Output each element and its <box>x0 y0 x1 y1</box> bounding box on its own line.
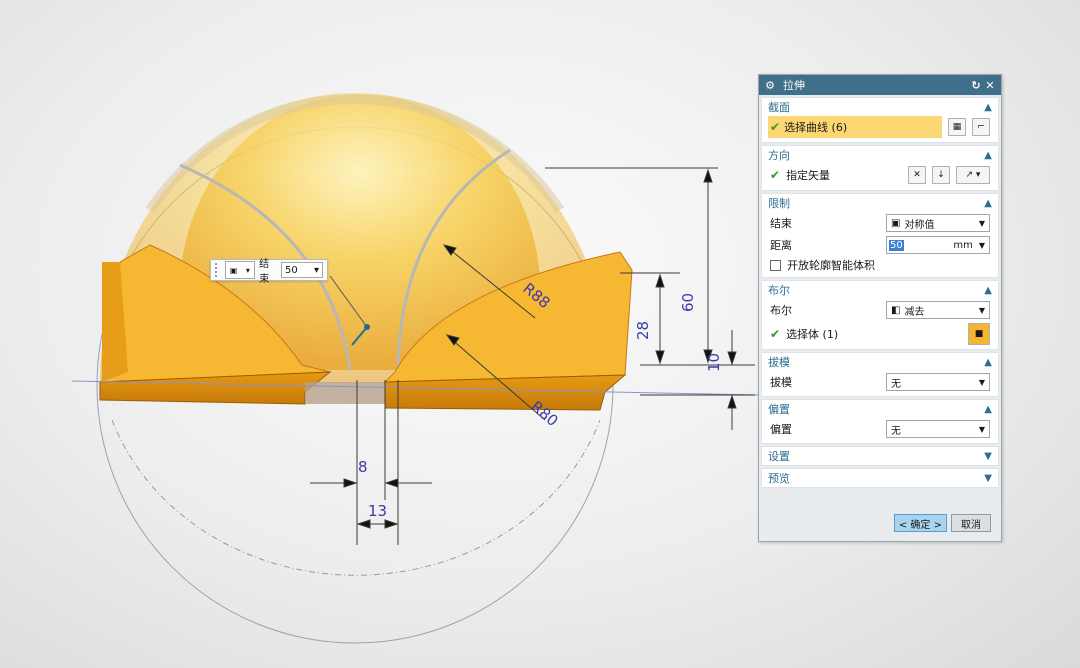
vector-label: 指定矢量 <box>786 169 831 182</box>
dim-28[interactable]: 28 <box>634 321 652 340</box>
dialog-title: 拉伸 <box>783 79 805 92</box>
check-icon: ✔ <box>770 168 781 182</box>
gear-icon: ⚙ <box>765 78 775 92</box>
limits-section: 限制 ▲ 结束 ▣ 对称值 ▼ 距离 50 mm ▼ 开放轮廓智能体积 <box>761 193 999 278</box>
end-label: 结束 <box>259 259 270 285</box>
select-body-row: ✔ 选择体 (1) ■ <box>762 321 998 347</box>
settings-section: 设置 ▼ <box>761 446 999 466</box>
curve-select-button[interactable]: ⌐ <box>972 118 990 136</box>
dim-60[interactable]: 60 <box>679 293 697 312</box>
direction-header[interactable]: 方向 ▲ <box>762 146 998 164</box>
dim-10[interactable]: 10 <box>705 353 723 372</box>
floating-end-toolbar: ▣ ▾ 结束 50 ▾ <box>210 259 328 285</box>
open-profile-row[interactable]: 开放轮廓智能体积 <box>762 256 998 274</box>
offset-section: 偏置 ▲ 偏置 无 ▼ <box>761 399 999 444</box>
offset-label: 偏置 <box>770 423 792 436</box>
reverse-direction-button[interactable]: ✕ <box>908 166 926 184</box>
chevron-up-icon: ▲ <box>984 149 992 161</box>
section-header[interactable]: 截面 ▲ <box>762 98 998 116</box>
draft-section: 拔模 ▲ 拔模 无 ▼ <box>761 352 999 397</box>
chevron-down-icon: ▼ <box>984 450 992 462</box>
boolean-header[interactable]: 布尔 ▲ <box>762 281 998 299</box>
subtract-icon: ◧ <box>891 304 901 316</box>
limits-header[interactable]: 限制 ▲ <box>762 194 998 212</box>
extrude-dialog: ⚙ 拉伸 ↻ ✕ 截面 ▲ ✔ 选择曲线 (6) ▦ ⌐ 方向 ▲ ✔ 指定矢量 ✕… <box>758 74 1002 542</box>
end-label: 结束 <box>770 217 792 230</box>
end-type-dropdown[interactable]: ▣ ▾ <box>224 261 256 279</box>
distance-label: 距离 <box>770 239 792 252</box>
end-value-combo[interactable]: 50 ▾ <box>281 262 323 278</box>
chevron-up-icon: ▲ <box>984 356 992 368</box>
construction-arc <box>111 419 601 576</box>
sketch-section-button[interactable]: ▦ <box>948 118 966 136</box>
section-section: 截面 ▲ ✔ 选择曲线 (6) ▦ ⌐ <box>761 97 999 143</box>
cube-icon: ▣ <box>229 265 238 275</box>
chevron-up-icon: ▲ <box>984 284 992 296</box>
chevron-down-icon: ▼ <box>984 472 992 484</box>
offset-header[interactable]: 偏置 ▲ <box>762 400 998 418</box>
end-row: 结束 ▣ 对称值 ▼ <box>762 212 998 234</box>
boolean-select[interactable]: ◧ 减去 ▼ <box>886 301 990 319</box>
settings-header[interactable]: 设置 ▼ <box>762 447 998 465</box>
chevron-up-icon: ▲ <box>984 403 992 415</box>
distance-row: 距离 50 mm ▼ <box>762 234 998 256</box>
dim-8[interactable]: 8 <box>358 458 368 476</box>
vector-row: ✔ 指定矢量 ✕ ↓ ↗ ▾ <box>762 164 998 186</box>
draft-header[interactable]: 拔模 ▲ <box>762 353 998 371</box>
offset-row: 偏置 无 ▼ <box>762 418 998 440</box>
ok-button[interactable]: < 确定 > <box>893 514 947 532</box>
offset-select[interactable]: 无 ▼ <box>886 420 990 438</box>
preview-section: 预览 ▼ <box>761 468 999 488</box>
drag-grip-icon[interactable] <box>215 263 221 277</box>
reset-icon[interactable]: ↻ <box>969 79 983 92</box>
draft-label: 拔模 <box>770 376 792 389</box>
cube-icon: ▣ <box>891 217 901 229</box>
open-profile-checkbox[interactable] <box>770 259 781 271</box>
vector-type-dropdown[interactable]: ↗ ▾ <box>956 166 990 184</box>
select-curve-label: 选择曲线 (6) <box>784 121 848 134</box>
check-icon: ✔ <box>770 120 781 134</box>
center-slot <box>305 382 385 404</box>
direction-section: 方向 ▲ ✔ 指定矢量 ✕ ↓ ↗ ▾ <box>761 145 999 191</box>
check-icon: ✔ <box>770 327 781 341</box>
boolean-label: 布尔 <box>770 304 792 317</box>
dialog-title-bar[interactable]: ⚙ 拉伸 ↻ ✕ <box>759 75 1001 95</box>
vector-dialog-button[interactable]: ↓ <box>932 166 950 184</box>
preview-header[interactable]: 预览 ▼ <box>762 469 998 487</box>
select-curve-row[interactable]: ✔ 选择曲线 (6) ▦ ⌐ <box>762 116 998 138</box>
draft-select[interactable]: 无 ▼ <box>886 373 990 391</box>
chevron-up-icon: ▲ <box>984 101 992 113</box>
dim-13[interactable]: 13 <box>368 502 387 520</box>
close-icon[interactable]: ✕ <box>983 79 997 92</box>
dialog-footer: < 确定 > 取消 <box>759 505 1001 541</box>
draft-row: 拔模 无 ▼ <box>762 371 998 393</box>
end-select[interactable]: ▣ 对称值 ▼ <box>886 214 990 232</box>
select-body-label: 选择体 (1) <box>786 328 839 341</box>
chevron-up-icon: ▲ <box>984 197 992 209</box>
boolean-section: 布尔 ▲ 布尔 ◧ 减去 ▼ ✔ 选择体 (1) ■ <box>761 280 999 350</box>
cancel-button[interactable]: 取消 <box>951 514 991 532</box>
boolean-row: 布尔 ◧ 减去 ▼ <box>762 299 998 321</box>
open-profile-label: 开放轮廓智能体积 <box>787 259 875 272</box>
distance-input[interactable]: 50 mm ▼ <box>886 236 990 254</box>
body-select-button[interactable]: ■ <box>968 323 990 345</box>
